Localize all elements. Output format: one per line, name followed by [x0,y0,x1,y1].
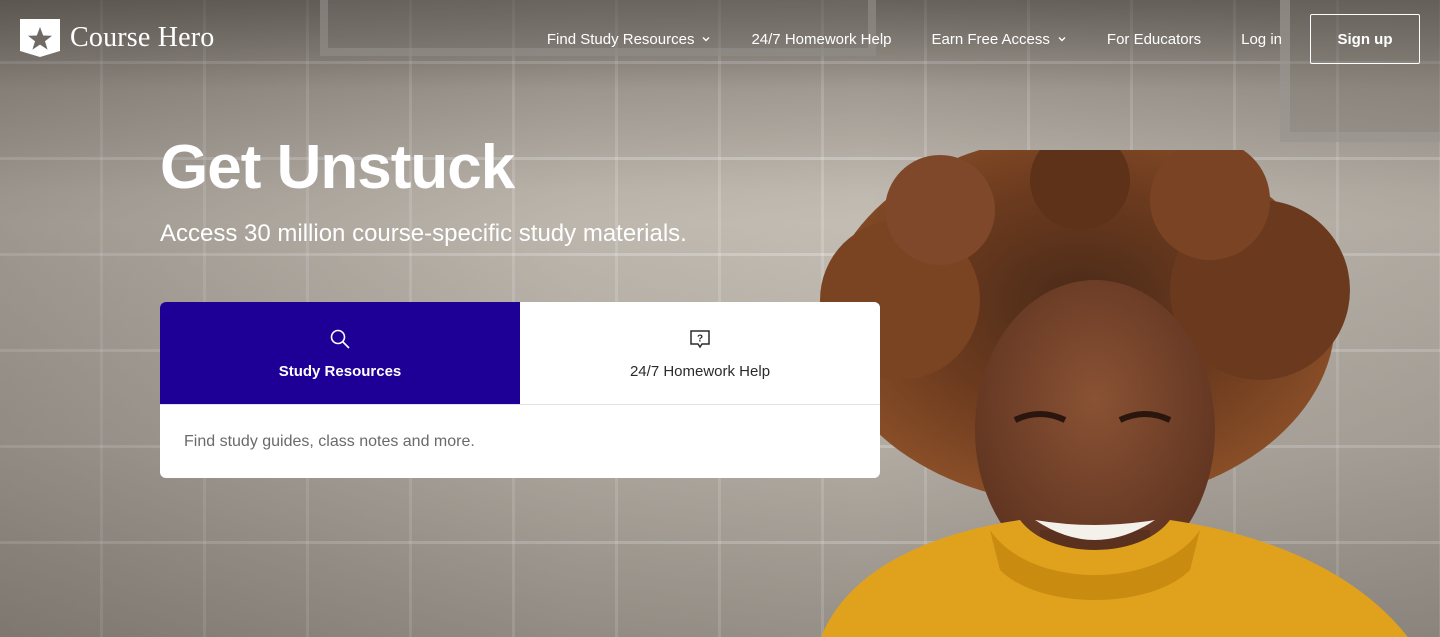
main-nav: Find Study Resources 24/7 Homework Help … [547,13,1420,65]
tab-label: 24/7 Homework Help [629,362,771,380]
tab-homework-help[interactable]: ? 24/7 Homework Help [520,302,880,404]
nav-label: Find Study Resources [546,30,695,48]
nav-find-study-resources[interactable]: Find Study Resources [547,31,712,48]
nav-label: Earn Free Access [931,30,1050,48]
tab-study-resources[interactable]: Study Resources [160,302,520,404]
page-title: Get Unstuck [160,133,515,202]
nav-log-in[interactable]: Log in [1241,31,1282,48]
nav-label: 24/7 Homework Help [751,30,892,48]
student-photo [820,150,1408,637]
search-card: Study Resources ? 24/7 Homework Help Fin… [160,302,880,478]
course-hero-logo[interactable]: Course Hero [20,19,215,57]
brand-name: Course Hero [70,22,215,53]
nav-earn-free-access[interactable]: Earn Free Access [932,31,1067,48]
search-icon [330,329,350,349]
nav-homework-help[interactable]: 24/7 Homework Help [751,31,891,48]
question-bubble-icon: ? [690,329,710,348]
chevron-down-icon [1058,37,1066,42]
tab-label: Study Resources [278,362,402,380]
nav-for-educators[interactable]: For Educators [1107,31,1201,48]
star-shield-icon [20,19,60,57]
nav-label: For Educators [1106,30,1202,48]
hero-subtitle: Access 30 million course-specific study … [160,220,687,247]
nav-label: Log in [1241,30,1282,48]
chevron-down-icon [702,37,710,42]
search-input[interactable]: Find study guides, class notes and more. [160,405,880,478]
site-header: Course Hero Find Study Resources 24/7 Ho… [0,0,1440,80]
search-tabs: Study Resources ? 24/7 Homework Help [160,302,880,405]
svg-text:?: ? [697,333,703,344]
sign-up-button[interactable]: Sign up [1310,14,1420,64]
